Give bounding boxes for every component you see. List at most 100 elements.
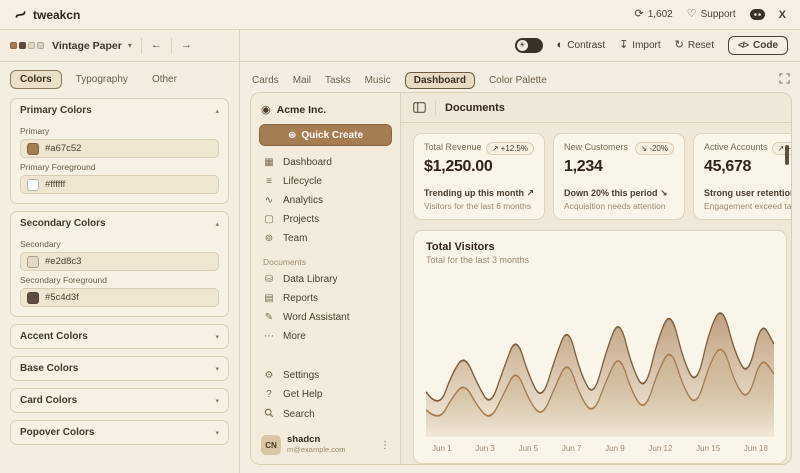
pencil-icon: ✎ xyxy=(263,312,275,323)
x-social-link[interactable]: X xyxy=(779,9,786,21)
tab-tasks[interactable]: Tasks xyxy=(325,75,351,86)
sidebar-item-label: Get Help xyxy=(283,389,322,400)
tab-color-palette[interactable]: Color Palette xyxy=(489,75,547,86)
stat-trend-line: Down 20% this period ↘ xyxy=(564,188,674,199)
tab-cards[interactable]: Cards xyxy=(252,75,279,86)
logo[interactable]: tweakcn xyxy=(14,8,80,22)
section-base-colors: Base Colors ▾ xyxy=(10,356,229,381)
code-button[interactable]: </> Code xyxy=(728,36,788,55)
field-label: Primary Foreground xyxy=(20,162,219,172)
heart-icon: ♡ xyxy=(687,9,697,20)
section-header-card[interactable]: Card Colors ▾ xyxy=(11,389,228,412)
sidebar-item-settings[interactable]: ⚙ Settings xyxy=(259,366,392,385)
total-visitors-chart xyxy=(426,273,774,441)
org-switcher[interactable]: ◉ Acme Inc. xyxy=(259,101,392,124)
section-title: Secondary Colors xyxy=(20,218,106,229)
primary-color-input[interactable]: #a67c52 xyxy=(20,139,219,158)
ellipsis-vertical-icon[interactable]: ⋮ xyxy=(380,440,390,451)
sidebar-item-label: More xyxy=(283,331,306,342)
color-swatch[interactable] xyxy=(27,143,39,155)
secondary-color-input[interactable]: #e2d8c3 xyxy=(20,252,219,271)
divider xyxy=(435,101,436,115)
preview-panel: Cards Mail Tasks Music Dashboard Color P… xyxy=(240,62,800,473)
sidebar-item-team[interactable]: ⊚ Team xyxy=(259,229,392,248)
sidebar-item-label: Search xyxy=(283,409,315,420)
contrast-button[interactable]: ◐ Contrast xyxy=(557,40,605,51)
sidebar-item-word-assistant[interactable]: ✎ Word Assistant xyxy=(259,308,392,327)
total-visitors-card: Total Visitors Total for the last 3 mont… xyxy=(413,230,787,464)
section-primary-colors: Primary Colors ▴ Primary #a67c52 Primary… xyxy=(10,98,229,204)
discord-link[interactable] xyxy=(750,9,765,20)
quick-create-button[interactable]: ⊕ Quick Create xyxy=(259,124,392,146)
sidebar-item-reports[interactable]: ▤ Reports xyxy=(259,289,392,308)
sidebar-item-search[interactable]: Search xyxy=(259,404,392,425)
sidebar-item-label: Lifecycle xyxy=(283,176,322,187)
theme-mode-toggle[interactable]: ☀ xyxy=(515,38,543,53)
sidebar-item-label: Team xyxy=(283,233,307,244)
hex-value: #5c4d3f xyxy=(45,292,79,303)
user-menu[interactable]: CN shadcn m@example.com ⋮ xyxy=(259,432,392,458)
theme-swatch-3 xyxy=(28,42,35,49)
undo-button[interactable]: ← xyxy=(151,40,162,51)
section-header-accent[interactable]: Accent Colors ▾ xyxy=(11,325,228,348)
color-swatch[interactable] xyxy=(27,179,39,191)
redo-button[interactable]: → xyxy=(181,40,192,51)
stat-label: New Customers xyxy=(564,142,628,152)
sidebar-item-data-library[interactable]: ⛁ Data Library xyxy=(259,270,392,289)
section-header-secondary[interactable]: Secondary Colors ▴ xyxy=(11,212,228,235)
color-swatch[interactable] xyxy=(27,292,39,304)
primary-foreground-input[interactable]: #ffffff xyxy=(20,175,219,194)
top-bar: tweakcn ⟳ 1,602 ♡ Support X xyxy=(0,0,800,30)
x-tick: Jun 18 xyxy=(744,444,768,453)
x-tick: Jun 3 xyxy=(475,444,495,453)
tab-other[interactable]: Other xyxy=(142,70,187,89)
reset-button[interactable]: ↻ Reset xyxy=(675,40,714,51)
sidebar-item-label: Data Library xyxy=(283,274,337,285)
sidebar-item-dashboard[interactable]: ▦ Dashboard xyxy=(259,153,392,172)
trend-down-icon: ↘ xyxy=(641,144,648,153)
sidebar-item-projects[interactable]: ▢ Projects xyxy=(259,210,392,229)
secondary-foreground-input[interactable]: #5c4d3f xyxy=(20,288,219,307)
app-content: Documents Total Revenue ↗ +12.5% xyxy=(401,93,791,464)
scrollbar-thumb[interactable] xyxy=(785,145,789,165)
import-button[interactable]: ↧ Import xyxy=(619,40,661,51)
tab-music[interactable]: Music xyxy=(365,75,391,86)
section-popover-colors: Popover Colors ▾ xyxy=(10,420,229,445)
sun-icon: ☀ xyxy=(517,40,528,51)
x-tick: Jun 9 xyxy=(605,444,625,453)
section-title: Popover Colors xyxy=(20,427,94,438)
sidebar-item-analytics[interactable]: ∿ Analytics xyxy=(259,191,392,210)
reset-label: Reset xyxy=(688,40,714,51)
stat-card-total-revenue: Total Revenue ↗ +12.5% $1,250.00 Trendin… xyxy=(413,133,545,220)
logo-text: tweakcn xyxy=(33,8,80,22)
chevron-up-icon: ▴ xyxy=(215,107,219,115)
sidebar-item-more[interactable]: ⋯ More xyxy=(259,327,392,346)
color-swatch[interactable] xyxy=(27,256,39,268)
sidebar-item-get-help[interactable]: ? Get Help xyxy=(259,385,392,404)
sidebar-item-label: Word Assistant xyxy=(283,312,350,323)
fullscreen-button[interactable] xyxy=(779,73,790,87)
theme-swatches xyxy=(10,42,44,49)
section-title: Base Colors xyxy=(20,363,78,374)
contrast-icon: ◐ xyxy=(557,40,564,51)
stat-card-active-accounts: Active Accounts ↗ +12.5% 45,678 Strong u… xyxy=(693,133,791,220)
support-button[interactable]: ♡ Support xyxy=(687,9,736,20)
trend-up-icon: ↗ xyxy=(492,144,499,153)
tab-colors[interactable]: Colors xyxy=(10,70,62,89)
trend-badge: ↘ -20% xyxy=(635,142,674,155)
theme-selector[interactable]: Vintage Paper ▾ ← → xyxy=(0,30,240,61)
tab-typography[interactable]: Typography xyxy=(66,70,138,89)
section-header-popover[interactable]: Popover Colors ▾ xyxy=(11,421,228,444)
chevron-down-icon: ▾ xyxy=(128,41,132,50)
badge-value: -20% xyxy=(649,144,668,153)
star-counter[interactable]: ⟳ 1,602 xyxy=(635,9,673,20)
section-header-primary[interactable]: Primary Colors ▴ xyxy=(11,99,228,122)
section-header-base[interactable]: Base Colors ▾ xyxy=(11,357,228,380)
section-title: Primary Colors xyxy=(20,105,92,116)
sidebar-item-lifecycle[interactable]: ≡ Lifecycle xyxy=(259,172,392,191)
tab-dashboard[interactable]: Dashboard xyxy=(405,72,475,89)
panel-left-icon[interactable] xyxy=(413,102,426,113)
section-secondary-colors: Secondary Colors ▴ Secondary #e2d8c3 Sec… xyxy=(10,211,229,317)
section-title: Accent Colors xyxy=(20,331,88,342)
tab-mail[interactable]: Mail xyxy=(293,75,311,86)
